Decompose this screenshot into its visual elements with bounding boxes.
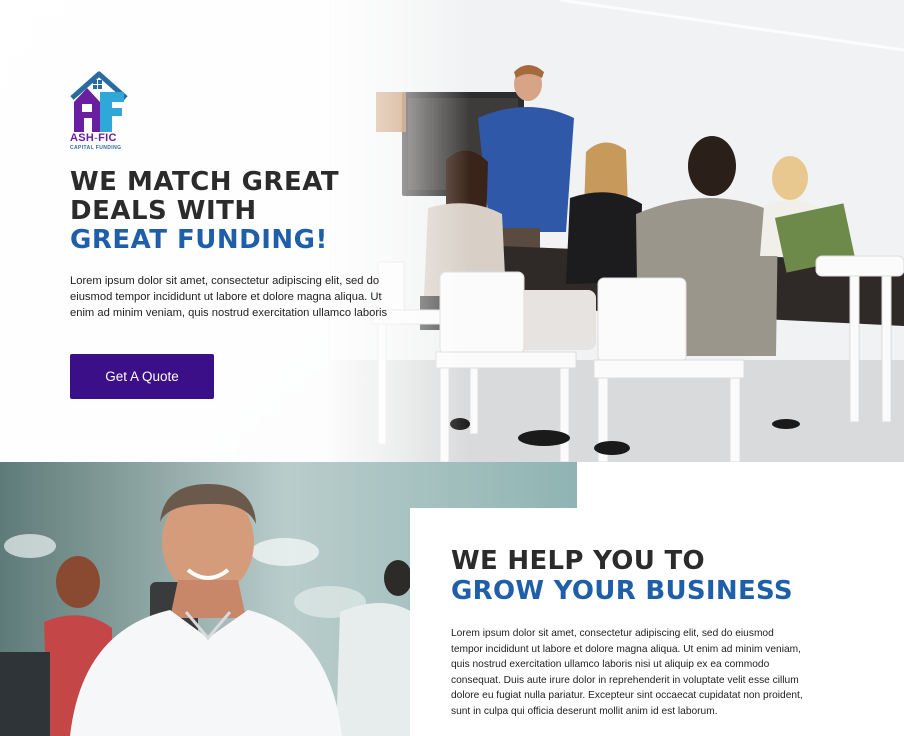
brand-name: ASH-FIC bbox=[70, 133, 150, 144]
hero-title-line1: WE MATCH GREAT bbox=[70, 167, 340, 197]
brand-name-part1: ASH bbox=[70, 132, 95, 144]
get-a-quote-button[interactable]: Get A Quote bbox=[70, 354, 214, 399]
brand-name-part2: FIC bbox=[98, 132, 117, 144]
brand-tagline: CAPITAL FUNDING bbox=[70, 145, 122, 151]
hero-title-accent: GREAT FUNDING! bbox=[70, 225, 328, 255]
hero-title: WE MATCH GREAT DEALS WITH GREAT FUNDING! bbox=[70, 168, 410, 255]
grow-title-line1: WE HELP YOU TO bbox=[451, 546, 705, 576]
grow-body-text: Lorem ipsum dolor sit amet, consectetur … bbox=[451, 628, 803, 717]
hero-section: ASH-FIC CAPITAL FUNDING WE MATCH GREAT D… bbox=[0, 0, 904, 462]
grow-title-accent: GROW YOUR BUSINESS bbox=[451, 576, 793, 606]
brand-wordmark: ASH-FIC CAPITAL FUNDING bbox=[70, 133, 150, 152]
hero-title-line2: DEALS WITH bbox=[70, 196, 257, 226]
hero-body-text: Lorem ipsum dolor sit amet, consectetur … bbox=[70, 275, 388, 319]
grow-title: WE HELP YOU TO GROW YOUR BUSINESS bbox=[451, 546, 871, 606]
